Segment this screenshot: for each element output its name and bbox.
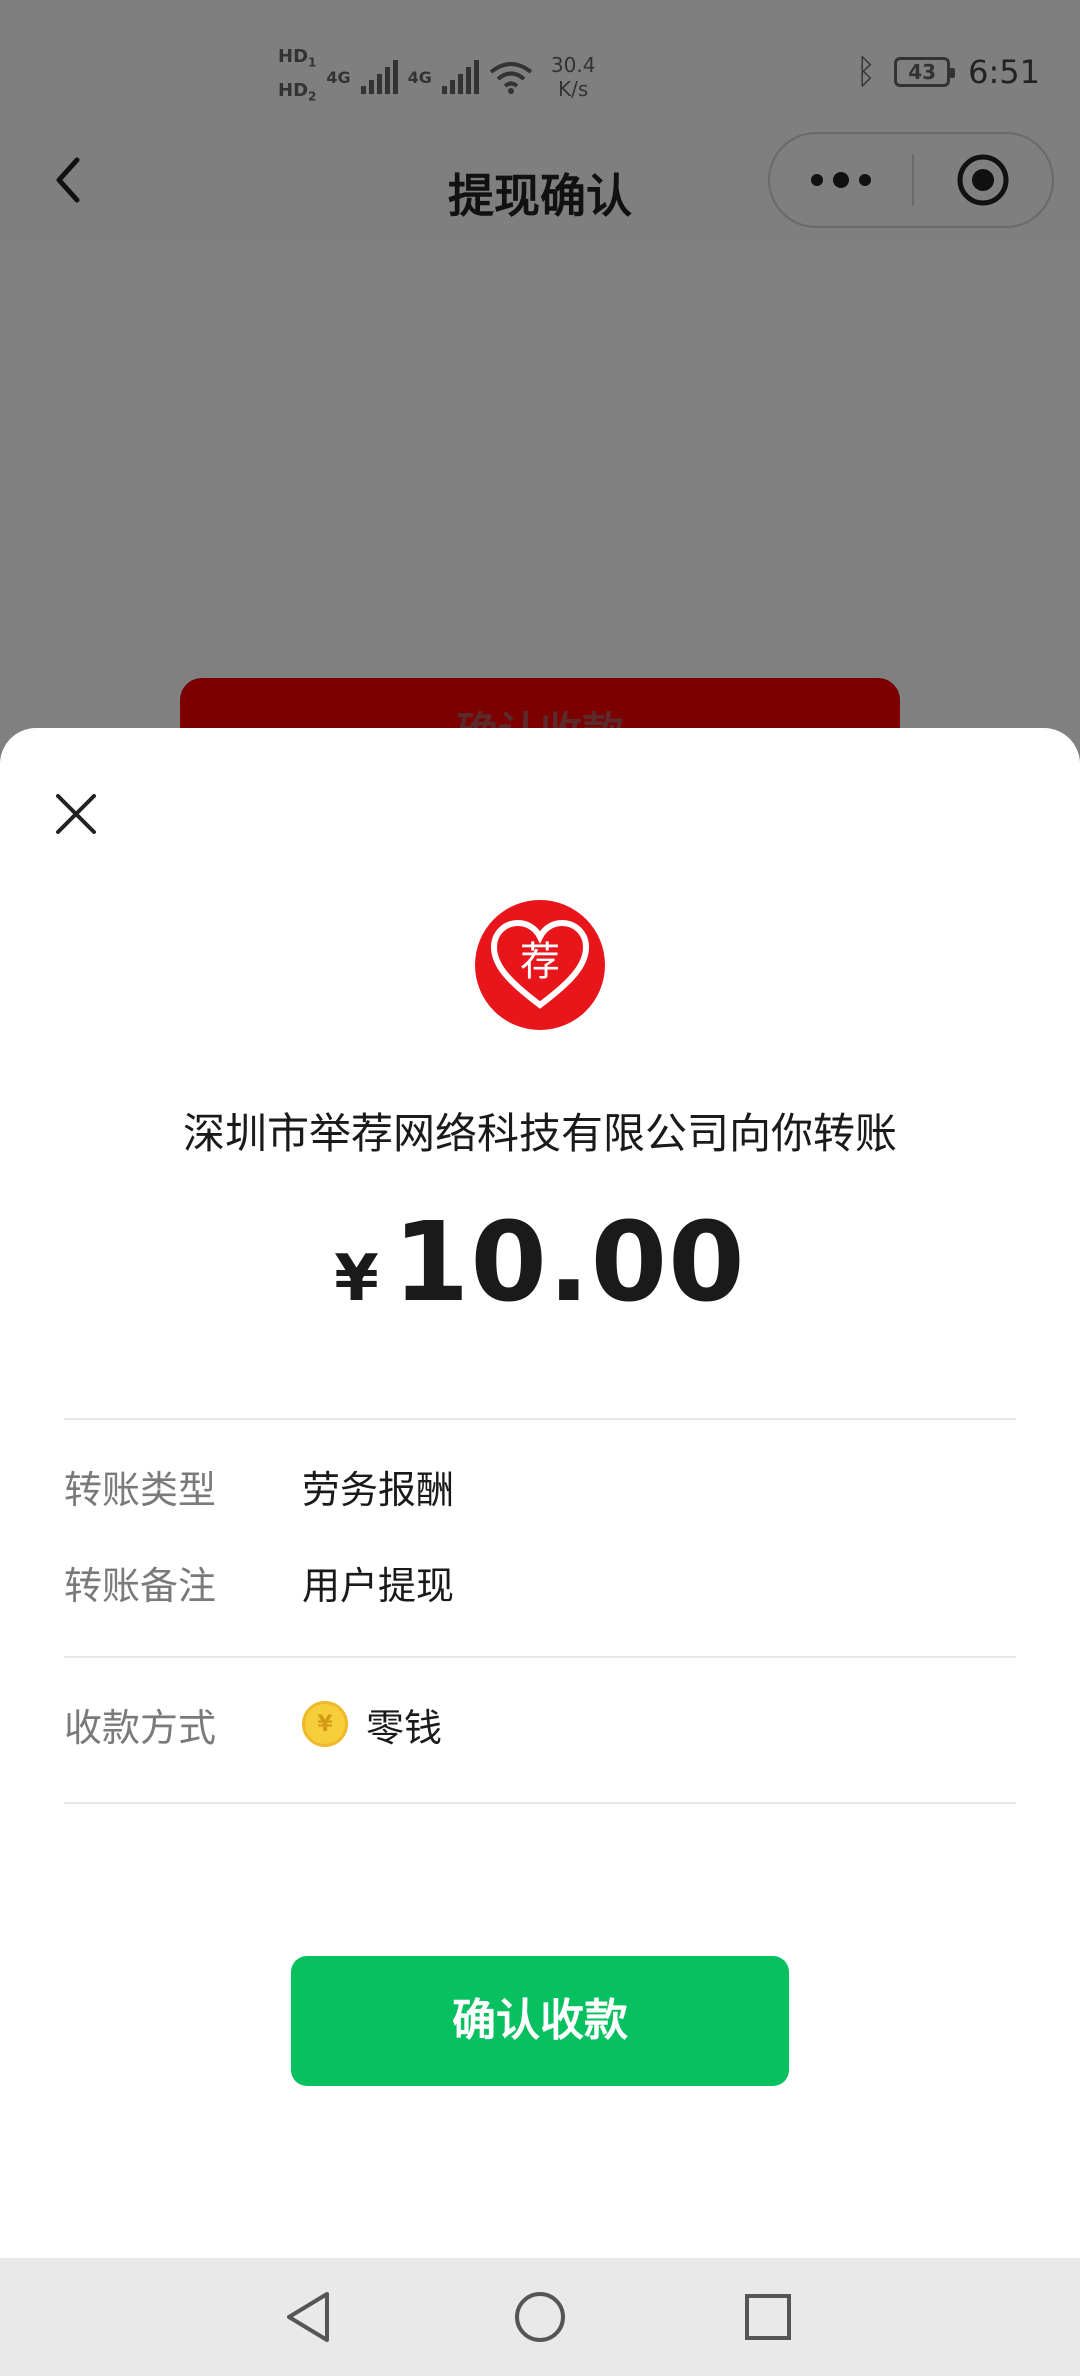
payer-text: 深圳市举荐网络科技有限公司向你转账: [182, 1109, 897, 1158]
divider: [64, 1418, 1016, 1420]
signal-group: HD1 HD2 4G 4G 30.4 K/s: [278, 44, 595, 110]
amount-value: 10.00: [392, 1198, 746, 1326]
coin-icon: ¥: [302, 1701, 348, 1747]
battery-icon: 43: [894, 57, 956, 87]
divider: [64, 1656, 1016, 1658]
amount: ¥ 10.00: [0, 1198, 1080, 1326]
row-label: 转账类型: [64, 1467, 217, 1512]
hd-indicator-2: HD2: [278, 80, 317, 104]
mini-program-capsule: [768, 132, 1054, 228]
cellular-signal-icon-1: [360, 60, 398, 94]
row-label: 收款方式: [64, 1705, 217, 1750]
currency-symbol: ¥: [334, 1242, 379, 1316]
nav-bar: 提现确认: [0, 120, 1080, 245]
row-value: 劳务报酬: [302, 1467, 455, 1512]
close-icon: [56, 794, 96, 834]
more-button[interactable]: [770, 134, 912, 226]
cellular-signal-icon-2: [441, 60, 479, 94]
payment-method-value: 零钱: [366, 1705, 443, 1750]
transfer-sheet: 荐 深圳市举荐网络科技有限公司向你转账 ¥ 10.00 转账类型 劳务报酬 转账…: [0, 728, 1080, 2258]
triangle-back-icon: [287, 2292, 329, 2342]
network-speed: 30.4 K/s: [550, 53, 596, 101]
bluetooth-icon: ᛒ: [855, 52, 877, 92]
row-payment-method: 收款方式 ¥ 零钱: [64, 1694, 1016, 1754]
row-value: 用户提现: [302, 1563, 455, 1608]
target-icon: [957, 154, 1009, 206]
system-back-button[interactable]: [273, 2282, 343, 2352]
hd-indicators: HD1 HD2: [278, 46, 316, 107]
system-recents-button[interactable]: [733, 2282, 803, 2352]
clock: 6:51: [968, 53, 1040, 91]
company-logo: 荐: [475, 900, 605, 1030]
divider: [64, 1802, 1016, 1804]
heart-icon: 荐: [490, 919, 590, 1009]
network-type-1: 4G: [326, 67, 351, 87]
exit-mini-program-button[interactable]: [914, 134, 1052, 226]
circle-home-icon: [515, 2292, 565, 2342]
network-type-2: 4G: [407, 67, 432, 87]
system-home-button[interactable]: [505, 2282, 575, 2352]
battery-level: 43: [908, 60, 937, 84]
system-nav-bar: [0, 2258, 1080, 2376]
square-recents-icon: [745, 2294, 791, 2340]
close-button[interactable]: [50, 788, 102, 840]
logo-char: 荐: [520, 939, 560, 985]
status-bar: HD1 HD2 4G 4G 30.4 K/s ᛒ 43 6:51: [0, 0, 1080, 140]
row-transfer-note: 转账备注 用户提现: [64, 1552, 1016, 1612]
confirm-receive-button[interactable]: 确认收款: [291, 1956, 789, 2086]
row-transfer-type: 转账类型 劳务报酬: [64, 1456, 1016, 1516]
row-label: 转账备注: [64, 1563, 217, 1608]
wifi-icon: [489, 62, 533, 94]
screen: HD1 HD2 4G 4G 30.4 K/s ᛒ 43 6:51 提现确认 荐 …: [0, 0, 1080, 2376]
status-right: ᛒ 43 6:51: [856, 52, 1040, 92]
row-value: ¥ 零钱: [302, 1697, 442, 1752]
more-dots-icon: [811, 172, 871, 188]
hd-indicator-1: HD1: [278, 46, 317, 70]
